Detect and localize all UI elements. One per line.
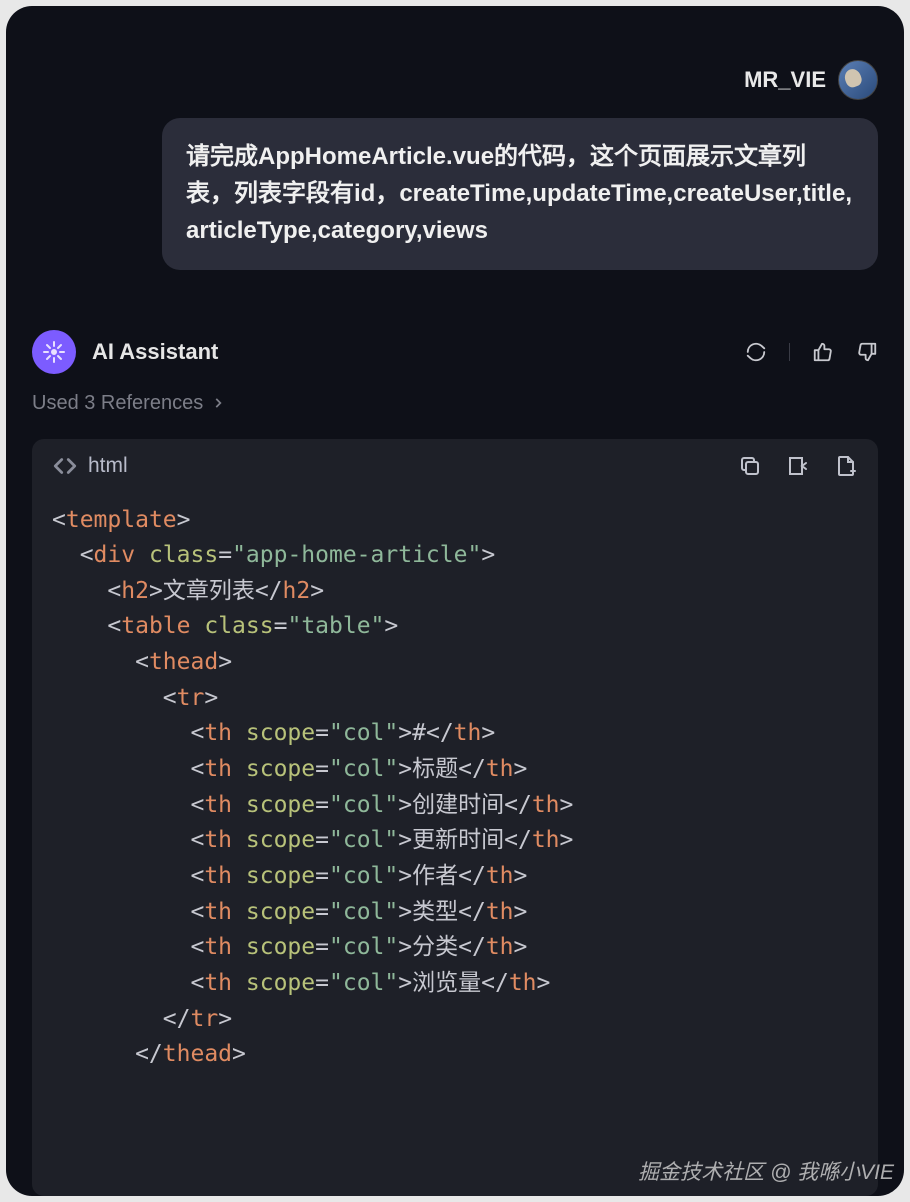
chat-panel: MR_VIE 请完成AppHomeArticle.vue的代码，这个页面展示文章… — [6, 6, 904, 1196]
assistant-name: AI Assistant — [92, 339, 218, 365]
code-line: </tr> — [52, 1002, 858, 1038]
user-message-bubble: 请完成AppHomeArticle.vue的代码，这个页面展示文章列表，列表字段… — [162, 118, 878, 270]
action-divider — [789, 343, 790, 361]
code-line: <th scope="col">标题</th> — [52, 752, 858, 788]
references-label: Used 3 References — [32, 392, 203, 415]
copy-icon — [738, 454, 762, 478]
code-line: <th scope="col">更新时间</th> — [52, 823, 858, 859]
thumbs-down-button[interactable] — [856, 341, 878, 363]
code-line: <th scope="col">类型</th> — [52, 895, 858, 931]
assistant-actions — [745, 341, 878, 363]
code-language-label: html — [88, 454, 128, 478]
code-line: <th scope="col">#</th> — [52, 716, 858, 752]
code-line: <h2>文章列表</h2> — [52, 574, 858, 610]
watermark-text: 掘金技术社区 @ 我喺小VIE — [638, 1156, 894, 1186]
code-line: <template> — [52, 503, 858, 539]
code-line: <th scope="col">分类</th> — [52, 930, 858, 966]
new-file-button[interactable] — [834, 454, 858, 478]
code-line: </thead> — [52, 1037, 858, 1073]
sparkle-icon — [42, 340, 66, 364]
user-message-text: 请完成AppHomeArticle.vue的代码，这个页面展示文章列表，列表字段… — [186, 143, 852, 244]
code-header: html — [32, 439, 878, 493]
code-icon — [52, 453, 78, 479]
code-line: <th scope="col">浏览量</th> — [52, 966, 858, 1002]
refresh-icon — [745, 341, 767, 363]
references-toggle[interactable]: Used 3 References — [32, 392, 878, 415]
code-line: <div class="app-home-article"> — [52, 538, 858, 574]
assistant-header: AI Assistant — [32, 330, 878, 374]
new-file-icon — [834, 454, 858, 478]
assistant-identity: AI Assistant — [32, 330, 218, 374]
code-body[interactable]: <template> <div class="app-home-article"… — [32, 493, 878, 1073]
code-line: <th scope="col">作者</th> — [52, 859, 858, 895]
user-avatar[interactable] — [838, 60, 878, 100]
copy-code-button[interactable] — [738, 454, 762, 478]
thumbs-up-button[interactable] — [812, 341, 834, 363]
thumbs-up-icon — [812, 341, 834, 363]
user-name: MR_VIE — [744, 67, 826, 93]
thumbs-down-icon — [856, 341, 878, 363]
user-header: MR_VIE — [32, 32, 878, 100]
insert-code-button[interactable] — [786, 454, 810, 478]
assistant-avatar — [32, 330, 76, 374]
code-actions — [738, 454, 858, 478]
regenerate-button[interactable] — [745, 341, 767, 363]
code-language: html — [52, 453, 128, 479]
insert-icon — [786, 454, 810, 478]
code-line: <tr> — [52, 681, 858, 717]
code-line: <th scope="col">创建时间</th> — [52, 788, 858, 824]
chevron-right-icon — [211, 396, 225, 410]
code-line: <thead> — [52, 645, 858, 681]
code-block: html — [32, 439, 878, 1196]
code-line: <table class="table"> — [52, 609, 858, 645]
